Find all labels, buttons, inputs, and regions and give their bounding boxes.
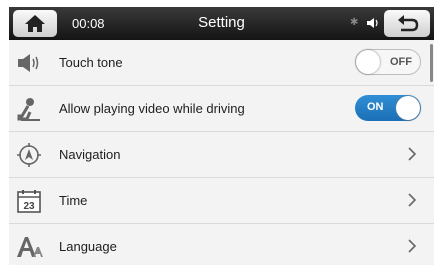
- compass-icon: [17, 143, 41, 167]
- row-label: Language: [59, 239, 117, 254]
- row-label: Navigation: [59, 147, 121, 162]
- chevron-right-icon: [408, 147, 417, 161]
- calendar-day: 23: [23, 201, 35, 212]
- calendar-icon: 23: [17, 190, 41, 213]
- scrollbar[interactable]: [430, 44, 433, 82]
- toggle-state: OFF: [390, 56, 412, 68]
- font-icon: [17, 237, 43, 257]
- setting-row-time[interactable]: 23 Time: [9, 178, 434, 224]
- back-button[interactable]: [384, 10, 430, 37]
- touch-tone-toggle[interactable]: OFF: [355, 49, 421, 75]
- setting-row-navigation[interactable]: Navigation: [9, 132, 434, 178]
- volume-icon: [367, 18, 378, 28]
- setting-row-video-while-driving[interactable]: Allow playing video while driving ON: [9, 86, 434, 132]
- settings-screen: 00:08 Setting ✱ Touch tone OFF Allow pla…: [9, 7, 434, 265]
- row-label: Allow playing video while driving: [59, 101, 245, 116]
- settings-list: Touch tone OFF Allow playing video while…: [9, 40, 434, 265]
- driver-icon: [17, 98, 40, 121]
- setting-row-touch-tone[interactable]: Touch tone OFF: [9, 40, 434, 86]
- chevron-right-icon: [408, 239, 417, 253]
- setting-row-language[interactable]: Language: [9, 224, 434, 265]
- video-while-driving-toggle[interactable]: ON: [355, 95, 421, 121]
- chevron-right-icon: [408, 193, 417, 207]
- row-label: Time: [59, 193, 88, 208]
- back-arrow-icon: [398, 15, 419, 32]
- status-indicator-icon: ✱: [350, 17, 359, 28]
- toggle-knob: [396, 96, 420, 120]
- top-bar: 00:08 Setting ✱: [9, 7, 434, 40]
- toggle-state: ON: [367, 101, 384, 113]
- toggle-knob: [356, 50, 380, 74]
- row-label: Touch tone: [59, 55, 123, 70]
- speaker-icon: [18, 54, 39, 72]
